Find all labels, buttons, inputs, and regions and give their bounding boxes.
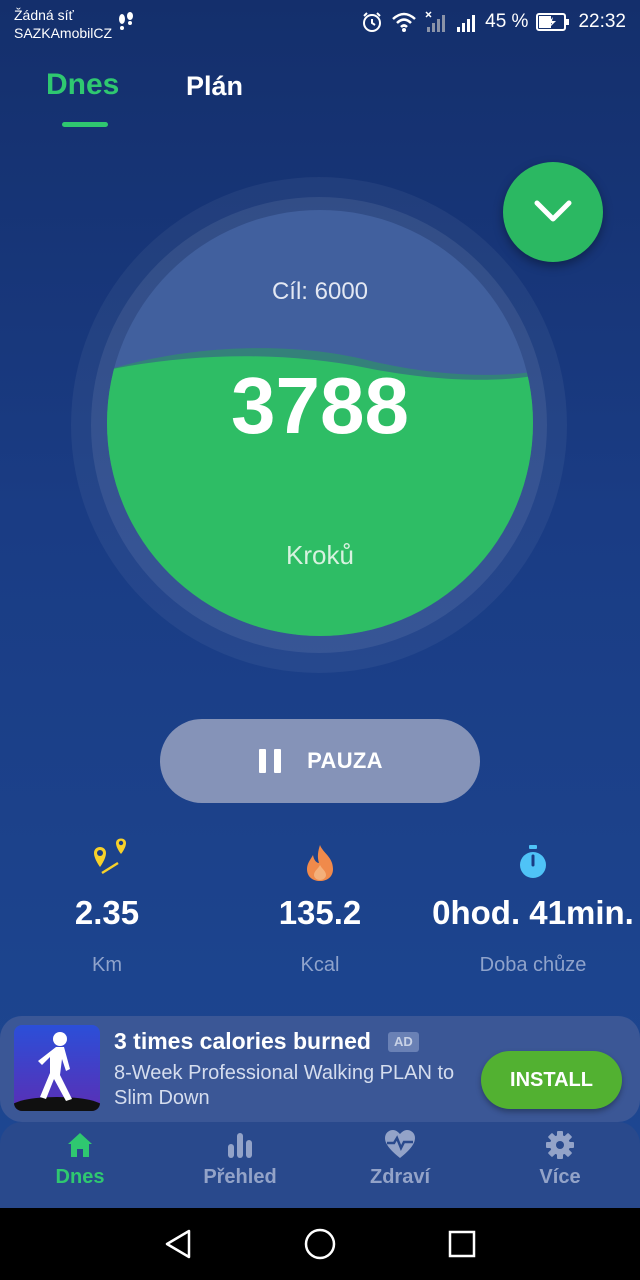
nav-label-health: Zdraví [369,1166,431,1188]
step-count: 3788 [231,361,409,450]
pause-icon [259,749,282,773]
steps-footprint-icon [119,12,133,30]
distance-value: 2.35 [74,894,140,931]
recents-square-icon [448,1230,476,1258]
walking-time-label: Doba chůze [479,954,587,976]
pause-label: PAUZA [307,748,383,773]
alarm-icon [363,12,382,32]
active-tab-indicator [62,122,108,127]
heart-pulse-icon [385,1130,415,1158]
walking-woman-icon [14,1032,100,1111]
ad-title[interactable]: 3 times calories burned [114,1028,371,1055]
ad-badge: AD [388,1032,419,1052]
nav-item-health[interactable]: Zdraví [320,1130,480,1200]
map-pin-route-icon [82,836,132,886]
nav-item-overview[interactable]: Přehled [160,1130,320,1200]
expand-button[interactable] [503,162,603,262]
step-unit-label: Kroků [286,540,354,570]
home-button[interactable] [298,1222,342,1266]
chevron-down-icon [534,200,572,222]
no-network-text: Žádná síť [14,7,74,23]
battery-percent: 45 % [485,11,529,32]
calories-value: 135.2 [278,894,362,931]
walking-time-value: 0hod. 41min. [432,894,634,931]
wifi-icon [392,12,416,32]
step-goal-label: Cíl: 6000 [271,278,369,305]
calories-label: Kcal [300,954,340,976]
home-circle-icon [304,1228,336,1260]
recents-button[interactable] [440,1222,484,1266]
clock-time: 22:32 [578,11,626,32]
distance-label: Km [92,954,122,976]
back-button[interactable] [156,1222,200,1266]
nav-item-today[interactable]: Dnes [0,1130,160,1200]
signal-icon [457,15,476,32]
flame-icon [295,838,345,888]
home-icon [68,1133,92,1157]
status-carrier: Žádná síť SAZKAmobilCZ [14,6,112,42]
nav-label-more: Více [539,1166,581,1188]
gear-icon [546,1131,574,1159]
status-icons: 45 % 22:32 [361,8,626,36]
ad-description[interactable]: 8-Week Professional Walking PLAN to Slim… [114,1061,474,1111]
battery-charging-icon [536,13,570,31]
tab-today[interactable]: Dnes [46,68,119,102]
back-triangle-icon [165,1229,191,1259]
install-button[interactable]: INSTALL [481,1051,622,1109]
no-signal-icon [425,11,446,32]
nav-label-overview: Přehled [203,1166,277,1188]
carrier-name: SAZKAmobilCZ [14,25,113,41]
nav-item-more[interactable]: Více [480,1130,640,1200]
ad-app-icon[interactable] [14,1025,100,1111]
stopwatch-icon [508,838,558,888]
nav-label-today: Dnes [55,1166,105,1188]
bar-chart-icon [228,1133,252,1158]
tab-plan[interactable]: Plán [186,71,243,102]
pause-button[interactable]: PAUZA [160,719,480,803]
